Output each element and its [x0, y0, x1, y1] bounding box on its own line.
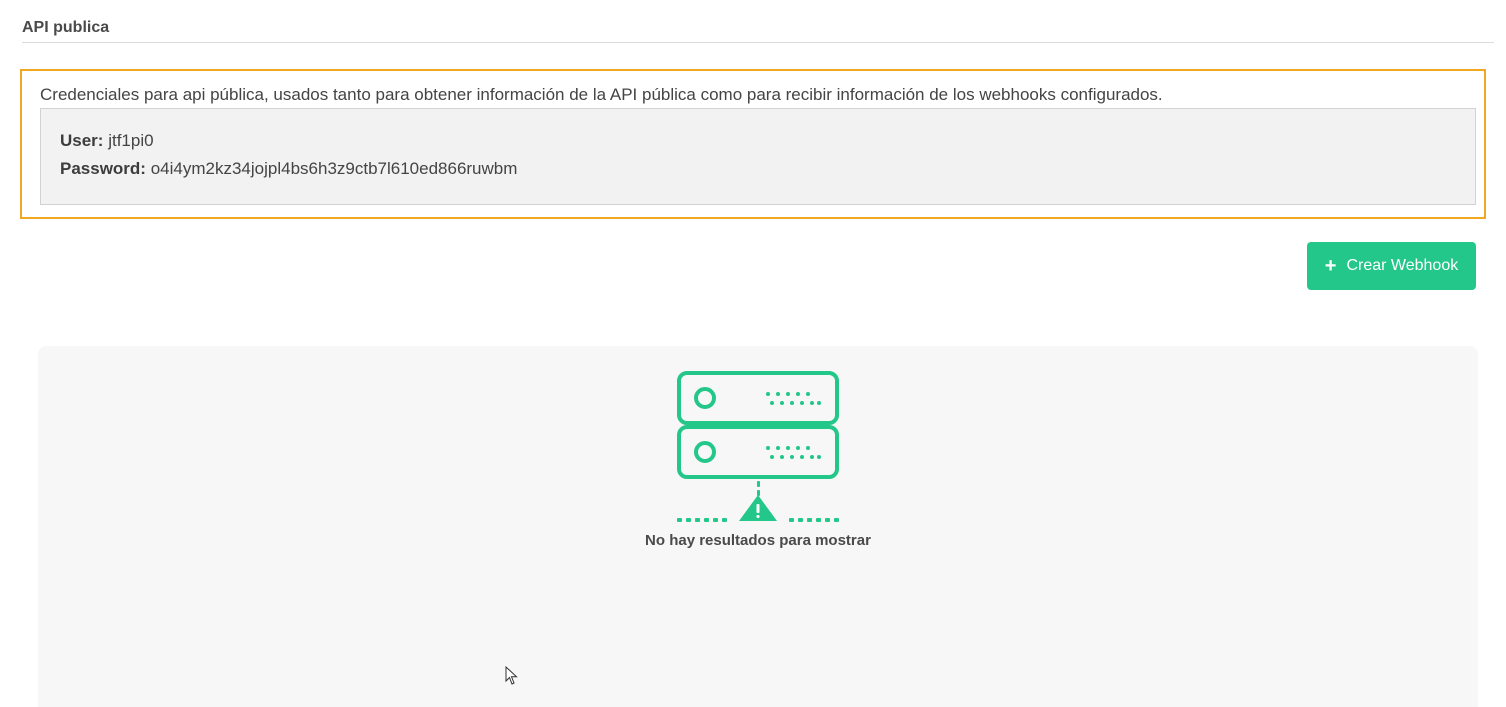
credentials-description: Credenciales para api pública, usados ta… — [40, 85, 1163, 104]
server-warning-icon — [677, 371, 839, 522]
empty-state-message: No hay resultados para mostrar — [645, 532, 871, 549]
credentials-box: Credenciales para api pública, usados ta… — [20, 69, 1486, 219]
mouse-cursor-icon — [505, 666, 518, 685]
section-title: API publica — [22, 19, 110, 36]
title-divider — [22, 42, 1494, 43]
create-webhook-button[interactable]: + Crear Webhook — [1307, 242, 1476, 290]
user-value: jtf1pi0 — [108, 131, 154, 150]
password-value: o4i4ym2kz34jojpl4bs6h3z9ctb7l610ed866ruw… — [150, 159, 518, 178]
user-row: User: jtf1pi0 — [60, 131, 154, 151]
api-publica-page: API publica Credenciales para api públic… — [0, 0, 1506, 707]
password-label: Password: — [60, 159, 146, 178]
create-webhook-label: Crear Webhook — [1346, 257, 1459, 274]
password-row: Password: o4i4ym2kz34jojpl4bs6h3z9ctb7l6… — [60, 159, 517, 179]
user-label: User: — [60, 131, 104, 150]
credentials-panel: User: jtf1pi0 Password: o4i4ym2kz34jojpl… — [40, 108, 1476, 205]
empty-state-panel: No hay resultados para mostrar — [38, 346, 1478, 707]
plus-icon: + — [1324, 255, 1337, 277]
